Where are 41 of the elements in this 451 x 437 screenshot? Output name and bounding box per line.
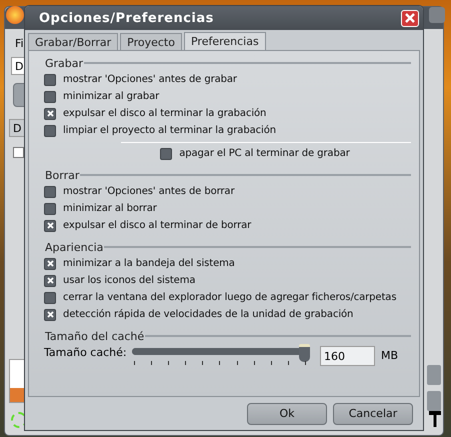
close-icon[interactable] [405,13,415,23]
option-label: mostrar 'Opciones' antes de borrar [63,186,234,197]
option-label: minimizar a la bandeja del sistema [63,258,235,269]
section-title: Apariencia [44,240,104,254]
checkbox[interactable] [44,186,56,198]
option-label: minimizar al grabar [63,91,160,102]
window-title: Opciones/Preferencias [39,10,214,26]
checkbox[interactable] [44,220,56,232]
slider-thumb[interactable] [299,344,310,362]
checkbox[interactable] [44,292,56,304]
checkbox[interactable] [44,74,56,86]
checkbox[interactable] [44,90,56,102]
close-button[interactable] [401,10,419,26]
checkbox[interactable] [44,308,56,320]
dialog-button[interactable]: Ok [247,402,327,424]
section-title: Grabar [44,56,84,70]
menu-item[interactable]: Fi [15,37,24,50]
checkbox[interactable] [44,274,56,286]
section-title: Borrar [44,168,80,182]
option-label: detección rápida de velocidades de la unidad de grabación [63,309,354,320]
tab[interactable]: Grabar/Borrar [28,33,118,50]
option-label: cerrar la ventana del explorador luego de agregar ficheros/carpetas [63,292,396,303]
option-label: mostrar 'Opciones' antes de grabar [63,74,237,85]
option-label: expulsar el disco al terminar de borrar [63,220,252,231]
option-label: limpiar el proyecto al terminar la grabación [63,125,276,136]
section-title: Tamaño del caché [44,330,144,342]
input-field[interactable]: 160 [320,346,375,366]
dialog-button[interactable]: Cancelar [333,402,413,424]
checkbox[interactable] [44,202,56,214]
tab[interactable]: Proyecto [120,33,182,50]
unit-label: MB [381,349,398,362]
option-label: expulsar el disco al terminar la grabación [63,108,266,119]
checkbox[interactable] [160,148,172,160]
checkbox[interactable] [44,108,56,120]
checkbox[interactable] [44,258,56,270]
option-label: usar los iconos del sistema [63,275,196,286]
option-label: apagar el PC al terminar de grabar [179,148,350,159]
option-label: minimizar al borrar [63,203,157,214]
tab[interactable]: Preferencias [184,32,266,50]
field-label: Tamaño caché: [44,346,128,359]
checkbox[interactable] [44,124,56,136]
